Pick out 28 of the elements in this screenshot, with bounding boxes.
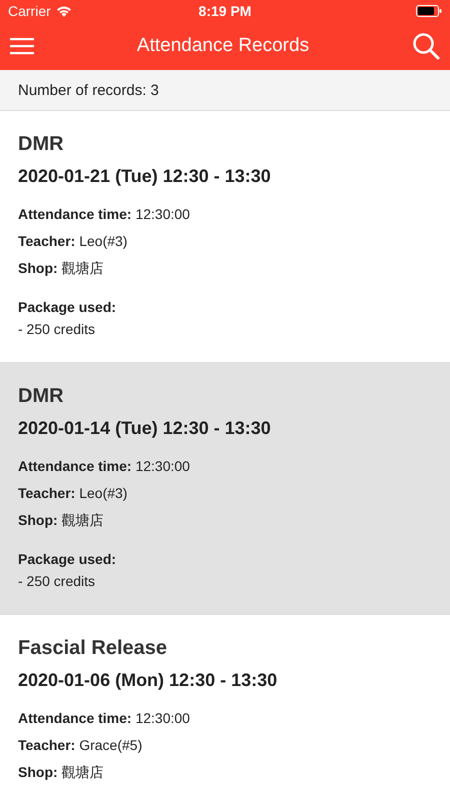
- detail-line: Teacher: Grace(#5): [18, 736, 144, 755]
- class-title: Fascial Release: [18, 637, 168, 660]
- search-button[interactable]: [412, 32, 440, 60]
- detail-line: Attendance time: 12:30:00: [18, 205, 191, 224]
- package-label: Package used:: [18, 298, 118, 317]
- detail-line: Shop: 觀塘店: [18, 511, 105, 530]
- class-title: DMR: [18, 133, 65, 156]
- record-card[interactable]: DMR 2020-01-14 (Tue) 12:30 - 13:30 Attendance time: 12:30:00 Teacher: Leo(#3) Shop: 觀塘店 Package used: - 250 credits: [0, 363, 450, 615]
- page-title: Attendance Records: [136, 35, 310, 57]
- detail-line: Shop: 觀塘店: [18, 763, 105, 782]
- package-value: - 250 credits: [18, 320, 96, 339]
- detail-line: Shop: 觀塘店: [18, 259, 105, 278]
- detail-line: Teacher: Leo(#3): [18, 484, 128, 503]
- package-value: - 250 credits: [18, 572, 96, 591]
- carrier-label: Carrier: [8, 3, 51, 19]
- battery-icon: [416, 5, 442, 17]
- detail-line: Attendance time: 12:30:00: [18, 709, 191, 728]
- records-count: Number of records: 3: [18, 82, 159, 98]
- detail-line: Teacher: Leo(#3): [18, 232, 128, 251]
- class-datetime: 2020-01-14 (Tue) 12:30 - 13:30: [18, 418, 272, 439]
- class-datetime: 2020-01-21 (Tue) 12:30 - 13:30: [18, 166, 272, 187]
- package-label: Package used:: [18, 550, 118, 569]
- wifi-icon: [56, 5, 72, 17]
- status-time: 8:19 PM: [198, 3, 252, 19]
- class-title: DMR: [18, 385, 65, 408]
- menu-button[interactable]: [10, 37, 34, 55]
- class-datetime: 2020-01-06 (Mon) 12:30 - 13:30: [18, 670, 278, 691]
- detail-line: Attendance time: 12:30:00: [18, 457, 191, 476]
